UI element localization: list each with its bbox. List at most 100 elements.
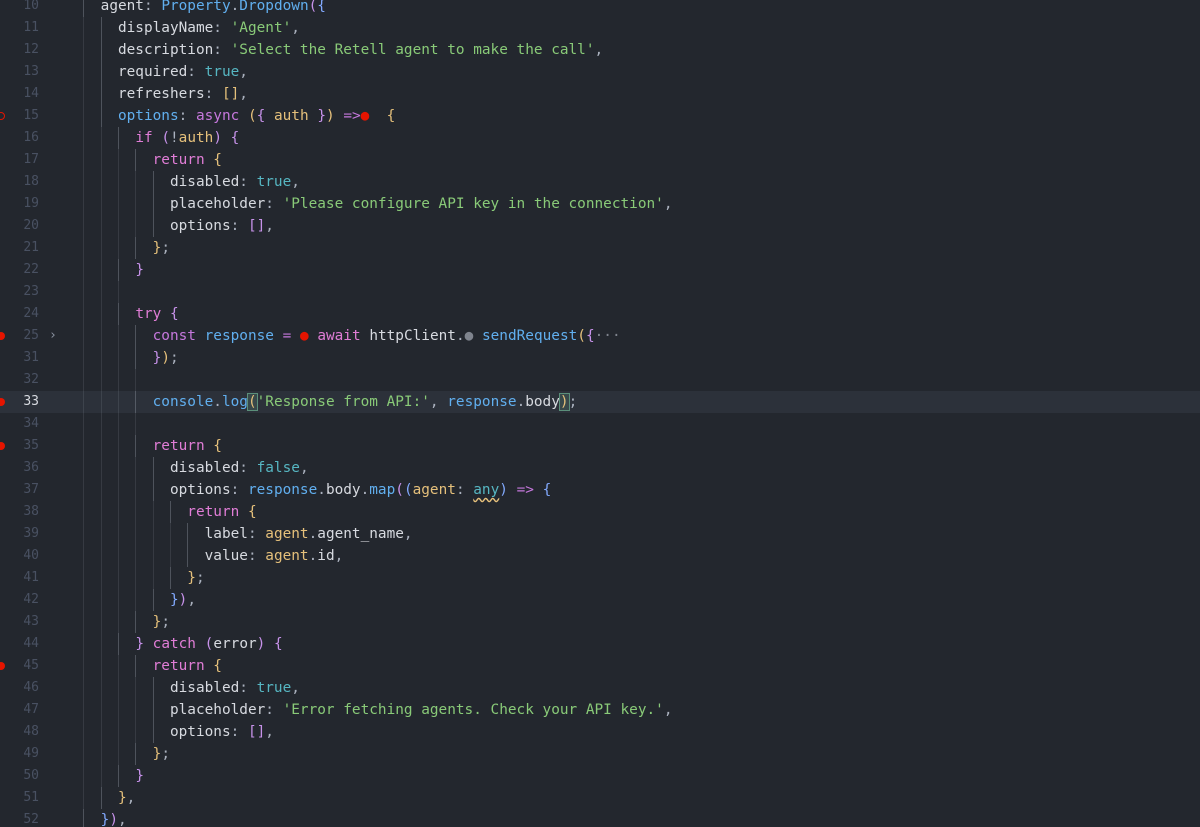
code-line[interactable]: 49 }; xyxy=(0,743,1200,765)
code-token: description xyxy=(117,42,214,58)
code-line[interactable]: 13 required: true, xyxy=(0,61,1200,83)
code-token: : xyxy=(230,218,248,234)
line-code[interactable]: disabled: true, xyxy=(66,171,300,193)
line-code[interactable]: options: async ({ auth }) =>● { xyxy=(66,105,395,127)
line-code[interactable]: }; xyxy=(66,743,170,765)
line-code[interactable]: refreshers: [], xyxy=(66,83,248,105)
code-line[interactable]: 46 disabled: true, xyxy=(0,677,1200,699)
line-code[interactable] xyxy=(66,369,153,391)
code-line[interactable]: 44 } catch (error) { xyxy=(0,633,1200,655)
code-line[interactable]: 31 }); xyxy=(0,347,1200,369)
code-line[interactable]: 12 description: 'Select the Retell agent… xyxy=(0,39,1200,61)
line-number: 32 xyxy=(23,372,39,387)
line-code[interactable]: }, xyxy=(66,787,135,809)
code-token: } xyxy=(187,570,196,586)
code-line[interactable]: 11 displayName: 'Agent', xyxy=(0,17,1200,39)
line-code[interactable]: return { xyxy=(66,149,222,171)
line-code[interactable]: description: 'Select the Retell agent to… xyxy=(66,39,603,61)
code-line[interactable]: 39 label: agent.agent_name, xyxy=(0,523,1200,545)
line-code[interactable] xyxy=(66,281,135,303)
code-token: { xyxy=(247,504,257,520)
code-line[interactable]: 33 console.log('Response from API:', res… xyxy=(0,391,1200,413)
line-code[interactable]: }; xyxy=(66,611,170,633)
line-code[interactable]: placeholder: 'Error fetching agents. Che… xyxy=(66,699,673,721)
line-number: 40 xyxy=(23,548,39,563)
line-code[interactable] xyxy=(66,413,153,435)
code-token: auth xyxy=(273,108,309,124)
line-code[interactable]: agent: Property.Dropdown({ xyxy=(66,0,326,17)
line-code[interactable]: options: response.body.map((agent: any) … xyxy=(66,479,551,501)
code-line[interactable]: 38 return { xyxy=(0,501,1200,523)
line-code[interactable]: } catch (error) { xyxy=(66,633,282,655)
line-code[interactable]: return { xyxy=(66,655,222,677)
code-line[interactable]: 32 xyxy=(0,369,1200,391)
code-line[interactable]: 50 } xyxy=(0,765,1200,787)
code-line[interactable]: 48 options: [], xyxy=(0,721,1200,743)
code-line[interactable]: 36 disabled: false, xyxy=(0,457,1200,479)
line-code[interactable]: value: agent.id, xyxy=(66,545,344,567)
line-code[interactable]: disabled: true, xyxy=(66,677,300,699)
code-line[interactable]: 17 return { xyxy=(0,149,1200,171)
line-code[interactable]: placeholder: 'Please configure API key i… xyxy=(66,193,673,215)
code-token: const xyxy=(152,328,196,344)
code-line[interactable]: 43 }; xyxy=(0,611,1200,633)
code-token: , xyxy=(429,394,448,410)
line-code[interactable]: } xyxy=(66,765,144,787)
code-line[interactable]: 34 xyxy=(0,413,1200,435)
code-line[interactable]: 18 disabled: true, xyxy=(0,171,1200,193)
code-line[interactable]: 40 value: agent.id, xyxy=(0,545,1200,567)
line-code[interactable]: options: [], xyxy=(66,215,274,237)
code-line[interactable]: 45 return { xyxy=(0,655,1200,677)
line-code[interactable]: }), xyxy=(66,589,196,611)
line-code[interactable]: } xyxy=(66,259,144,281)
code-token: { xyxy=(317,0,326,14)
code-line[interactable]: 37 options: response.body.map((agent: an… xyxy=(0,479,1200,501)
line-code[interactable]: return { xyxy=(66,501,257,523)
line-code[interactable]: }; xyxy=(66,567,204,589)
fold-chevron-icon[interactable]: › xyxy=(49,325,57,347)
line-code[interactable]: try { xyxy=(66,303,178,325)
line-number: 34 xyxy=(23,416,39,431)
line-code[interactable]: console.log('Response from API:', respon… xyxy=(66,391,577,413)
code-token: ● xyxy=(299,328,309,344)
code-line[interactable]: 22 } xyxy=(0,259,1200,281)
line-code[interactable]: }; xyxy=(66,237,170,259)
code-line[interactable]: 19 placeholder: 'Please configure API ke… xyxy=(0,193,1200,215)
code-line[interactable]: 23 xyxy=(0,281,1200,303)
line-code[interactable]: return { xyxy=(66,435,222,457)
code-token: . xyxy=(308,548,318,564)
code-line[interactable]: 21 }; xyxy=(0,237,1200,259)
code-line[interactable]: 47 placeholder: 'Error fetching agents. … xyxy=(0,699,1200,721)
code-token: ( xyxy=(247,393,258,411)
code-line[interactable]: 16 if (!auth) { xyxy=(0,127,1200,149)
code-line[interactable]: 35 return { xyxy=(0,435,1200,457)
code-line[interactable]: 51 }, xyxy=(0,787,1200,809)
line-code[interactable]: displayName: 'Agent', xyxy=(66,17,300,39)
line-code[interactable]: }), xyxy=(66,809,127,827)
code-editor[interactable]: 10 agent: Property.Dropdown({11 displayN… xyxy=(0,0,1200,827)
line-code[interactable]: const response = ● await httpClient.● se… xyxy=(66,325,621,347)
code-line[interactable]: 10 agent: Property.Dropdown({ xyxy=(0,0,1200,17)
code-token: [] xyxy=(221,86,240,102)
code-token: : xyxy=(213,20,231,36)
code-line[interactable]: 42 }), xyxy=(0,589,1200,611)
code-token: { xyxy=(542,482,552,498)
code-line[interactable]: 41 }; xyxy=(0,567,1200,589)
line-code[interactable]: }); xyxy=(66,347,179,369)
code-line[interactable]: 15 options: async ({ auth }) =>● { xyxy=(0,105,1200,127)
code-token: { xyxy=(386,108,396,124)
line-code[interactable]: if (!auth) { xyxy=(66,127,239,149)
code-line[interactable]: 24 try { xyxy=(0,303,1200,325)
line-code[interactable]: disabled: false, xyxy=(66,457,309,479)
line-code[interactable]: label: agent.agent_name, xyxy=(66,523,413,545)
code-line[interactable]: 25 › const response = ● await httpClient.… xyxy=(0,325,1200,347)
line-code[interactable]: options: [], xyxy=(66,721,274,743)
code-line[interactable]: 14 refreshers: [], xyxy=(0,83,1200,105)
code-line[interactable]: 20 options: [], xyxy=(0,215,1200,237)
line-number: 23 xyxy=(23,284,39,299)
code-line[interactable]: 52 }), xyxy=(0,809,1200,827)
line-code[interactable]: required: true, xyxy=(66,61,248,83)
